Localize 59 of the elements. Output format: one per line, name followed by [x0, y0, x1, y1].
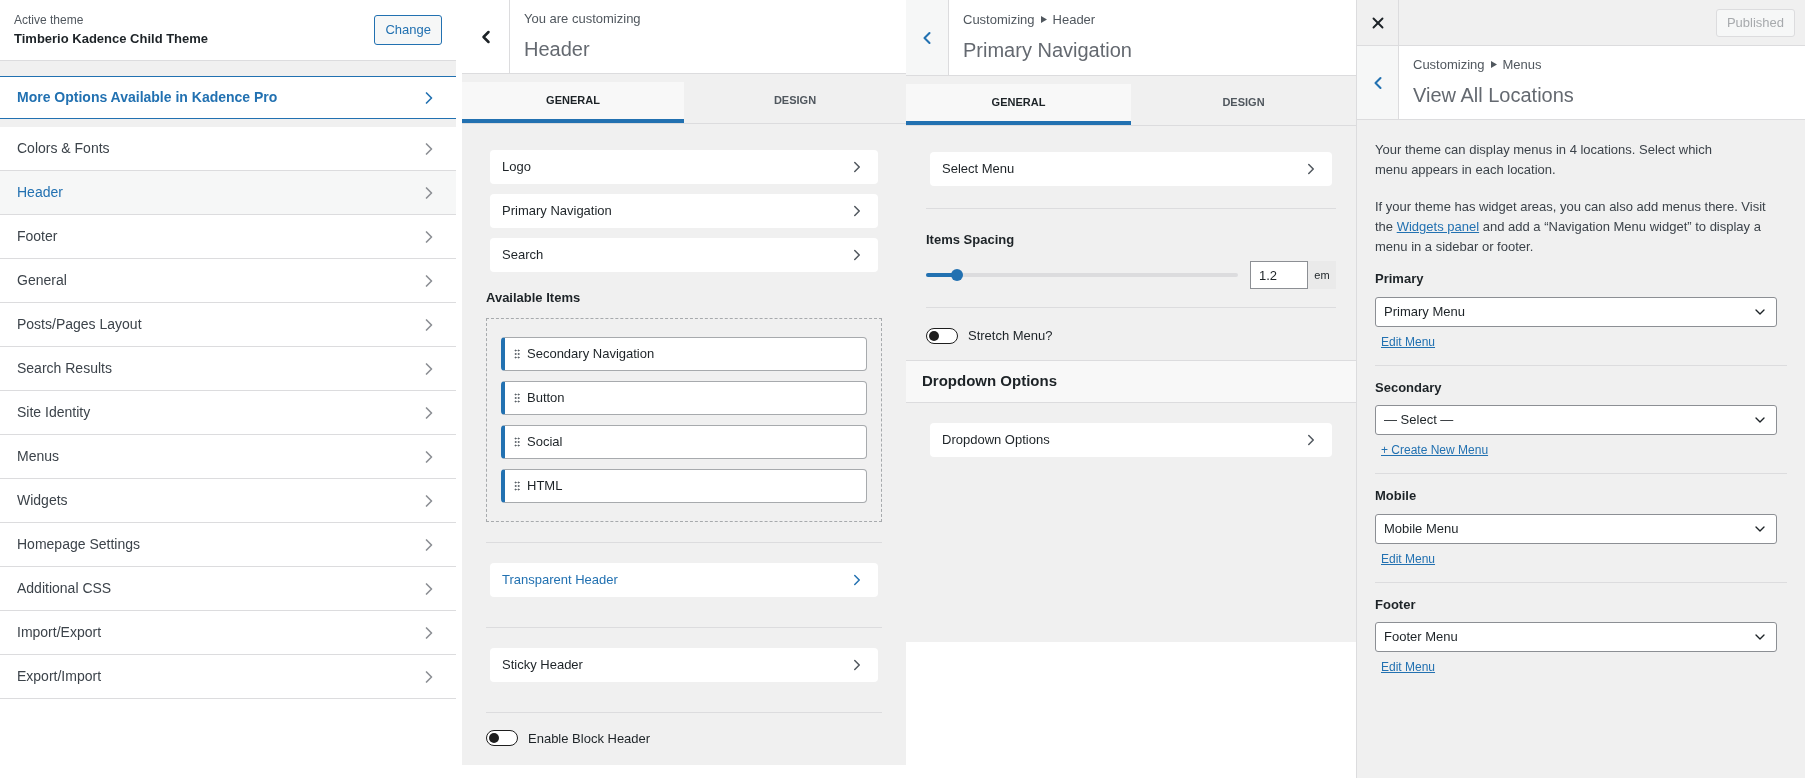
menu-link[interactable]: Edit Menu	[1381, 658, 1436, 676]
menu-select[interactable]: Footer Menu	[1375, 622, 1777, 652]
change-button[interactable]: Change	[374, 15, 442, 45]
drag-handle-icon	[511, 435, 523, 448]
panel-item[interactable]: Sticky Header	[490, 647, 878, 682]
menu-select[interactable]: — Select —	[1375, 405, 1777, 435]
location-label: Mobile	[1375, 487, 1418, 505]
section-title: Dropdown Options	[922, 370, 1057, 391]
panel-item[interactable]: Search	[490, 238, 878, 272]
panel-item[interactable]: Select Menu	[930, 152, 1332, 186]
panel-subtitle: You are customizing	[524, 9, 641, 28]
active-theme-label: Active theme	[14, 12, 85, 30]
menu-select[interactable]: Primary Menu	[1375, 296, 1777, 327]
slider-thumb[interactable]	[951, 269, 964, 281]
triangle-separator-icon	[1490, 61, 1497, 68]
widgets-panel-link[interactable]: Widgets panel	[1396, 219, 1480, 234]
draggable-item[interactable]: HTML	[501, 468, 867, 503]
location-label: Footer	[1375, 595, 1417, 614]
drag-handle-icon	[511, 347, 523, 360]
widgets-note: If your theme has widget areas, you can also add menus there. Visit the Widgets panel and add a “Navigation Menu widget” to display a menu in a sidebar or footer.	[1375, 198, 1767, 256]
location-label: Primary	[1375, 270, 1425, 288]
tab[interactable]: DESIGN	[684, 82, 906, 123]
pro-options-link[interactable]: More Options Available in Kadence Pro	[0, 76, 456, 119]
menu-link[interactable]: Edit Menu	[1381, 549, 1436, 568]
drag-handle-icon	[511, 391, 523, 404]
tab[interactable]: GENERAL	[906, 84, 1131, 125]
breadcrumb-item: Header	[1052, 10, 1096, 29]
drag-handle-icon	[511, 479, 523, 492]
draggable-item[interactable]: Secondary Navigation	[501, 336, 867, 371]
breadcrumb-item: Customizing	[1413, 55, 1485, 74]
menu-link[interactable]: Edit Menu	[1381, 332, 1436, 351]
section-heading: Available Items	[486, 289, 582, 307]
triangle-separator-icon	[1040, 16, 1047, 23]
menu-select[interactable]: Mobile Menu	[1375, 513, 1777, 544]
theme-name: Timberio Kadence Child Theme	[14, 30, 209, 49]
intro-text: Your theme can display menus in 4 locations. Select which menu appears in each location.	[1375, 141, 1713, 179]
toggle-label: Enable Block Header	[528, 729, 651, 748]
toggle-label: Stretch Menu?	[968, 327, 1053, 345]
location-label: Secondary	[1375, 378, 1443, 397]
draggable-item[interactable]: Button	[501, 380, 867, 415]
tab[interactable]: DESIGN	[1131, 84, 1356, 125]
toggle-switch[interactable]	[926, 327, 958, 344]
panel-title: Primary Navigation	[963, 38, 1132, 64]
breadcrumb-item: Menus	[1502, 55, 1542, 74]
menu-link[interactable]: + Create New Menu	[1381, 441, 1489, 459]
section-item[interactable]: Header	[0, 171, 456, 215]
panel-item[interactable]: Primary Navigation	[490, 194, 878, 228]
panel-item[interactable]: Dropdown Options	[930, 422, 1332, 457]
toggle-switch[interactable]	[486, 730, 518, 747]
breadcrumb-item: Customizing	[963, 10, 1035, 29]
panel-title: Header	[524, 37, 591, 63]
draggable-item[interactable]: Social	[501, 424, 867, 459]
panel-title: View All Locations	[1413, 83, 1574, 109]
tab[interactable]: GENERAL	[462, 82, 684, 123]
setting-label: Items Spacing	[926, 232, 1015, 247]
spacing-input[interactable]: 1.2	[1250, 261, 1308, 289]
panel-item[interactable]: Transparent Header	[490, 562, 878, 597]
unit-label: em	[1308, 261, 1336, 289]
panel-item[interactable]: Logo	[490, 150, 878, 184]
